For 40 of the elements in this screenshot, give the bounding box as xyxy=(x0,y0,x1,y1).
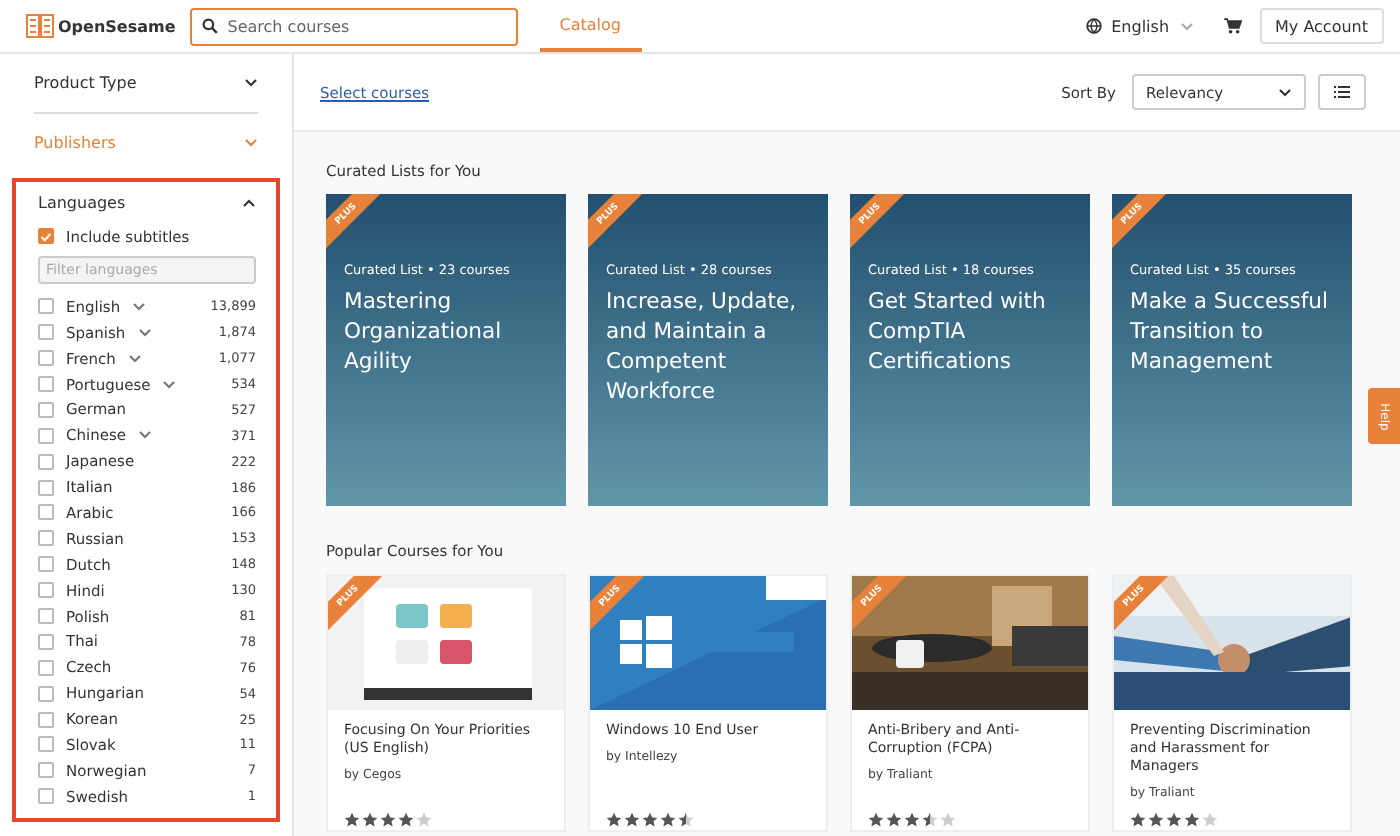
globe-icon xyxy=(1085,18,1102,34)
checkbox[interactable] xyxy=(38,762,54,779)
checkbox[interactable] xyxy=(38,228,54,245)
filter-section-title[interactable]: Languages xyxy=(38,194,126,212)
checkbox[interactable] xyxy=(38,788,54,805)
caret-icon[interactable] xyxy=(1179,21,1194,31)
checkbox[interactable] xyxy=(38,582,54,599)
checkbox[interactable] xyxy=(38,685,54,702)
language-selector[interactable]: English xyxy=(1111,17,1170,35)
logo-icon xyxy=(26,14,54,38)
logo-text: OpenSesame xyxy=(58,17,176,35)
filter-section-title[interactable]: Product Type xyxy=(34,74,137,92)
list-icon xyxy=(1334,86,1350,98)
card-title: Make a Successful Transition to Management xyxy=(1130,286,1331,376)
account-button[interactable]: My Account xyxy=(1259,8,1384,44)
chevron-icon[interactable] xyxy=(1278,87,1292,97)
card-title: Mastering Organizational Agility xyxy=(344,286,504,376)
checkbox[interactable] xyxy=(38,659,54,676)
checkbox[interactable] xyxy=(38,530,54,547)
checkbox[interactable] xyxy=(38,324,54,341)
checkbox[interactable] xyxy=(38,479,54,496)
chevron-icon[interactable] xyxy=(244,78,258,88)
checkbox[interactable] xyxy=(38,556,54,573)
card-title: Increase, Update, and Maintain a Competent Workforce xyxy=(606,286,799,406)
checkbox[interactable] xyxy=(38,608,54,625)
cart-icon[interactable] xyxy=(1223,18,1242,34)
checkbox[interactable] xyxy=(38,427,54,444)
checkbox[interactable] xyxy=(38,376,54,392)
card-title: Get Started with CompTIA Certifications xyxy=(868,286,1048,376)
chevron-icon[interactable] xyxy=(242,198,256,208)
checkbox[interactable] xyxy=(38,504,54,521)
search-field[interactable]: Search courses xyxy=(189,7,518,45)
checkbox[interactable] xyxy=(38,633,54,650)
checkbox[interactable] xyxy=(38,401,54,418)
checkbox[interactable] xyxy=(38,453,54,470)
checkbox[interactable] xyxy=(38,711,54,728)
list-view-button[interactable] xyxy=(1318,74,1366,110)
checkbox[interactable] xyxy=(38,736,54,753)
checkbox[interactable] xyxy=(38,350,54,367)
checkbox[interactable] xyxy=(38,298,54,315)
